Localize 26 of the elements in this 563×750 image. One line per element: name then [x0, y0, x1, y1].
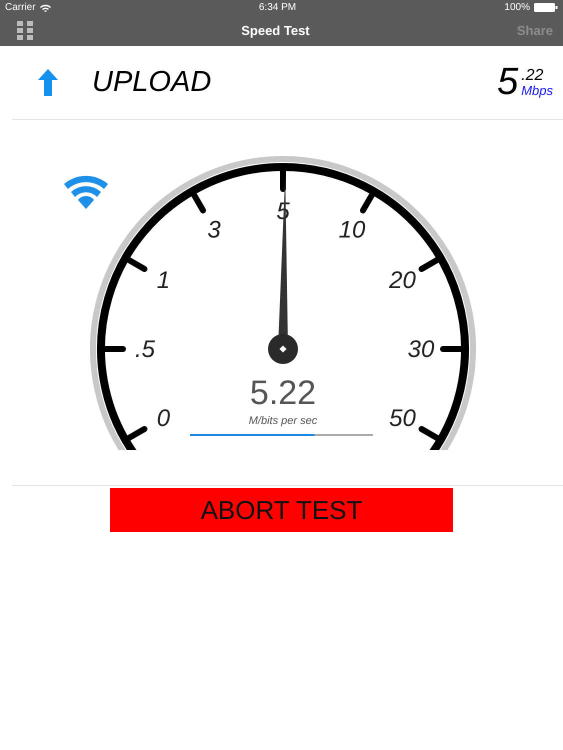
dial-tick-label: 10: [338, 216, 366, 244]
wifi-signal-icon: [64, 176, 108, 209]
abort-test-button[interactable]: ABORT TEST: [110, 488, 453, 532]
speed-unit: Mbps: [521, 84, 553, 97]
battery-percent: 100%: [504, 2, 530, 13]
screen-title: Speed Test: [241, 23, 310, 38]
upload-arrow-icon: [38, 69, 58, 96]
needle-hub-icon: [268, 334, 298, 364]
dial-tick-label: 30: [408, 336, 434, 363]
dial-tick-label: 50: [389, 405, 416, 432]
dial-tick-label: 1: [156, 267, 170, 294]
dial-tick-label: 3: [207, 216, 221, 244]
battery-icon: [534, 3, 558, 12]
speed-whole-number: 5: [497, 61, 518, 104]
speed-fraction: .22: [521, 68, 544, 84]
grid-menu-icon[interactable]: [17, 20, 34, 40]
clock-time: 6:34 PM: [258, 2, 296, 13]
wifi-icon: [40, 4, 51, 12]
speed-unit-caption: M/bits per sec: [248, 415, 318, 427]
hub-center-icon: [279, 345, 287, 353]
test-mode-label: UPLOAD: [92, 66, 212, 99]
dial-tick-label: 20: [389, 267, 416, 294]
dial-tick-label: .5: [135, 336, 155, 363]
dial-tick-label: 0: [156, 405, 170, 432]
carrier-name: Carrier: [5, 2, 36, 13]
speed-reading: 5.22: [250, 374, 316, 412]
